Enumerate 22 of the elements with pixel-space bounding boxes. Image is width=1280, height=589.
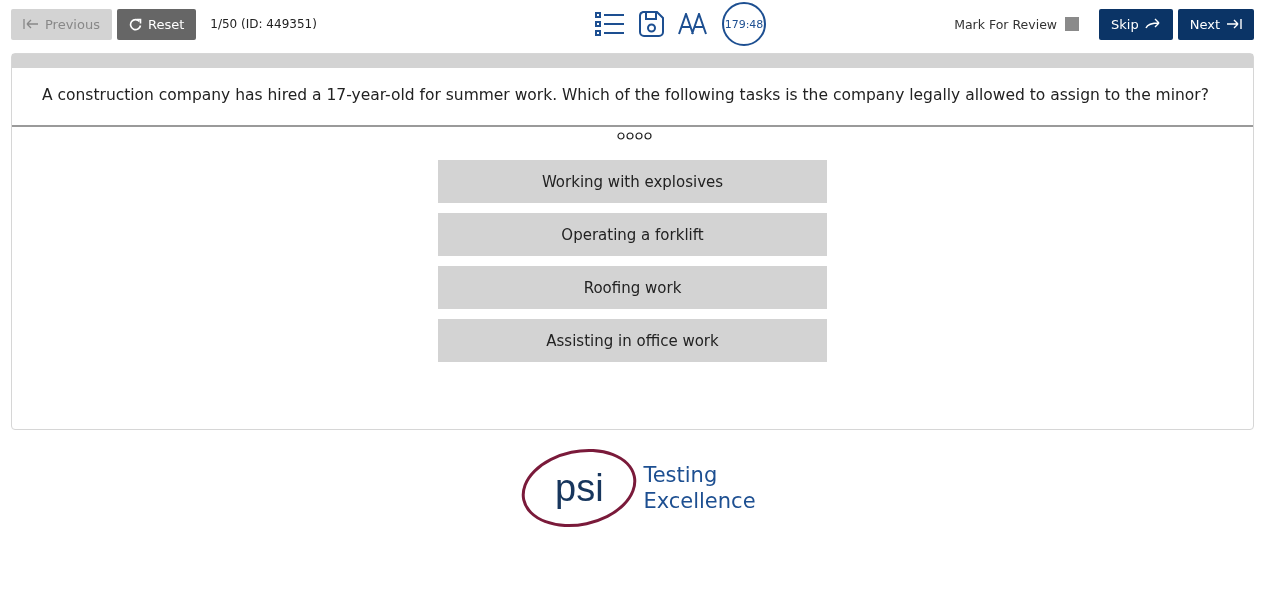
answer-option[interactable]: Assisting in office work	[438, 319, 827, 362]
timer: 179:48	[722, 2, 766, 46]
answer-option[interactable]: Working with explosives	[438, 160, 827, 203]
mark-for-review-label: Mark For Review	[954, 16, 1058, 32]
answer-option[interactable]: Roofing work	[438, 266, 827, 309]
first-page-icon	[23, 18, 39, 30]
list-icon[interactable]	[595, 12, 625, 36]
reset-button[interactable]: Reset	[116, 8, 197, 40]
question-counter: 1/50 (ID: 449351)	[210, 17, 317, 31]
save-icon[interactable]	[639, 11, 664, 37]
last-page-icon	[1226, 18, 1242, 30]
next-button[interactable]: Next	[1177, 8, 1254, 40]
skip-button[interactable]: Skip	[1099, 8, 1173, 40]
logo-tagline: Excellence	[643, 488, 756, 514]
reset-icon	[128, 17, 142, 31]
progress-dots-icon	[616, 132, 653, 140]
answer-option[interactable]: Operating a forklift	[438, 213, 827, 256]
font-size-icon[interactable]	[678, 13, 708, 35]
question-text: A construction company has hired a 17-year-old for summer work. Which of the following tasks is the company legally allowed to assign to the minor?	[12, 68, 1253, 127]
logo-tagline: Testing	[643, 462, 719, 488]
mark-for-review-checkbox[interactable]	[1065, 17, 1080, 31]
skip-arrow-icon	[1144, 18, 1161, 30]
